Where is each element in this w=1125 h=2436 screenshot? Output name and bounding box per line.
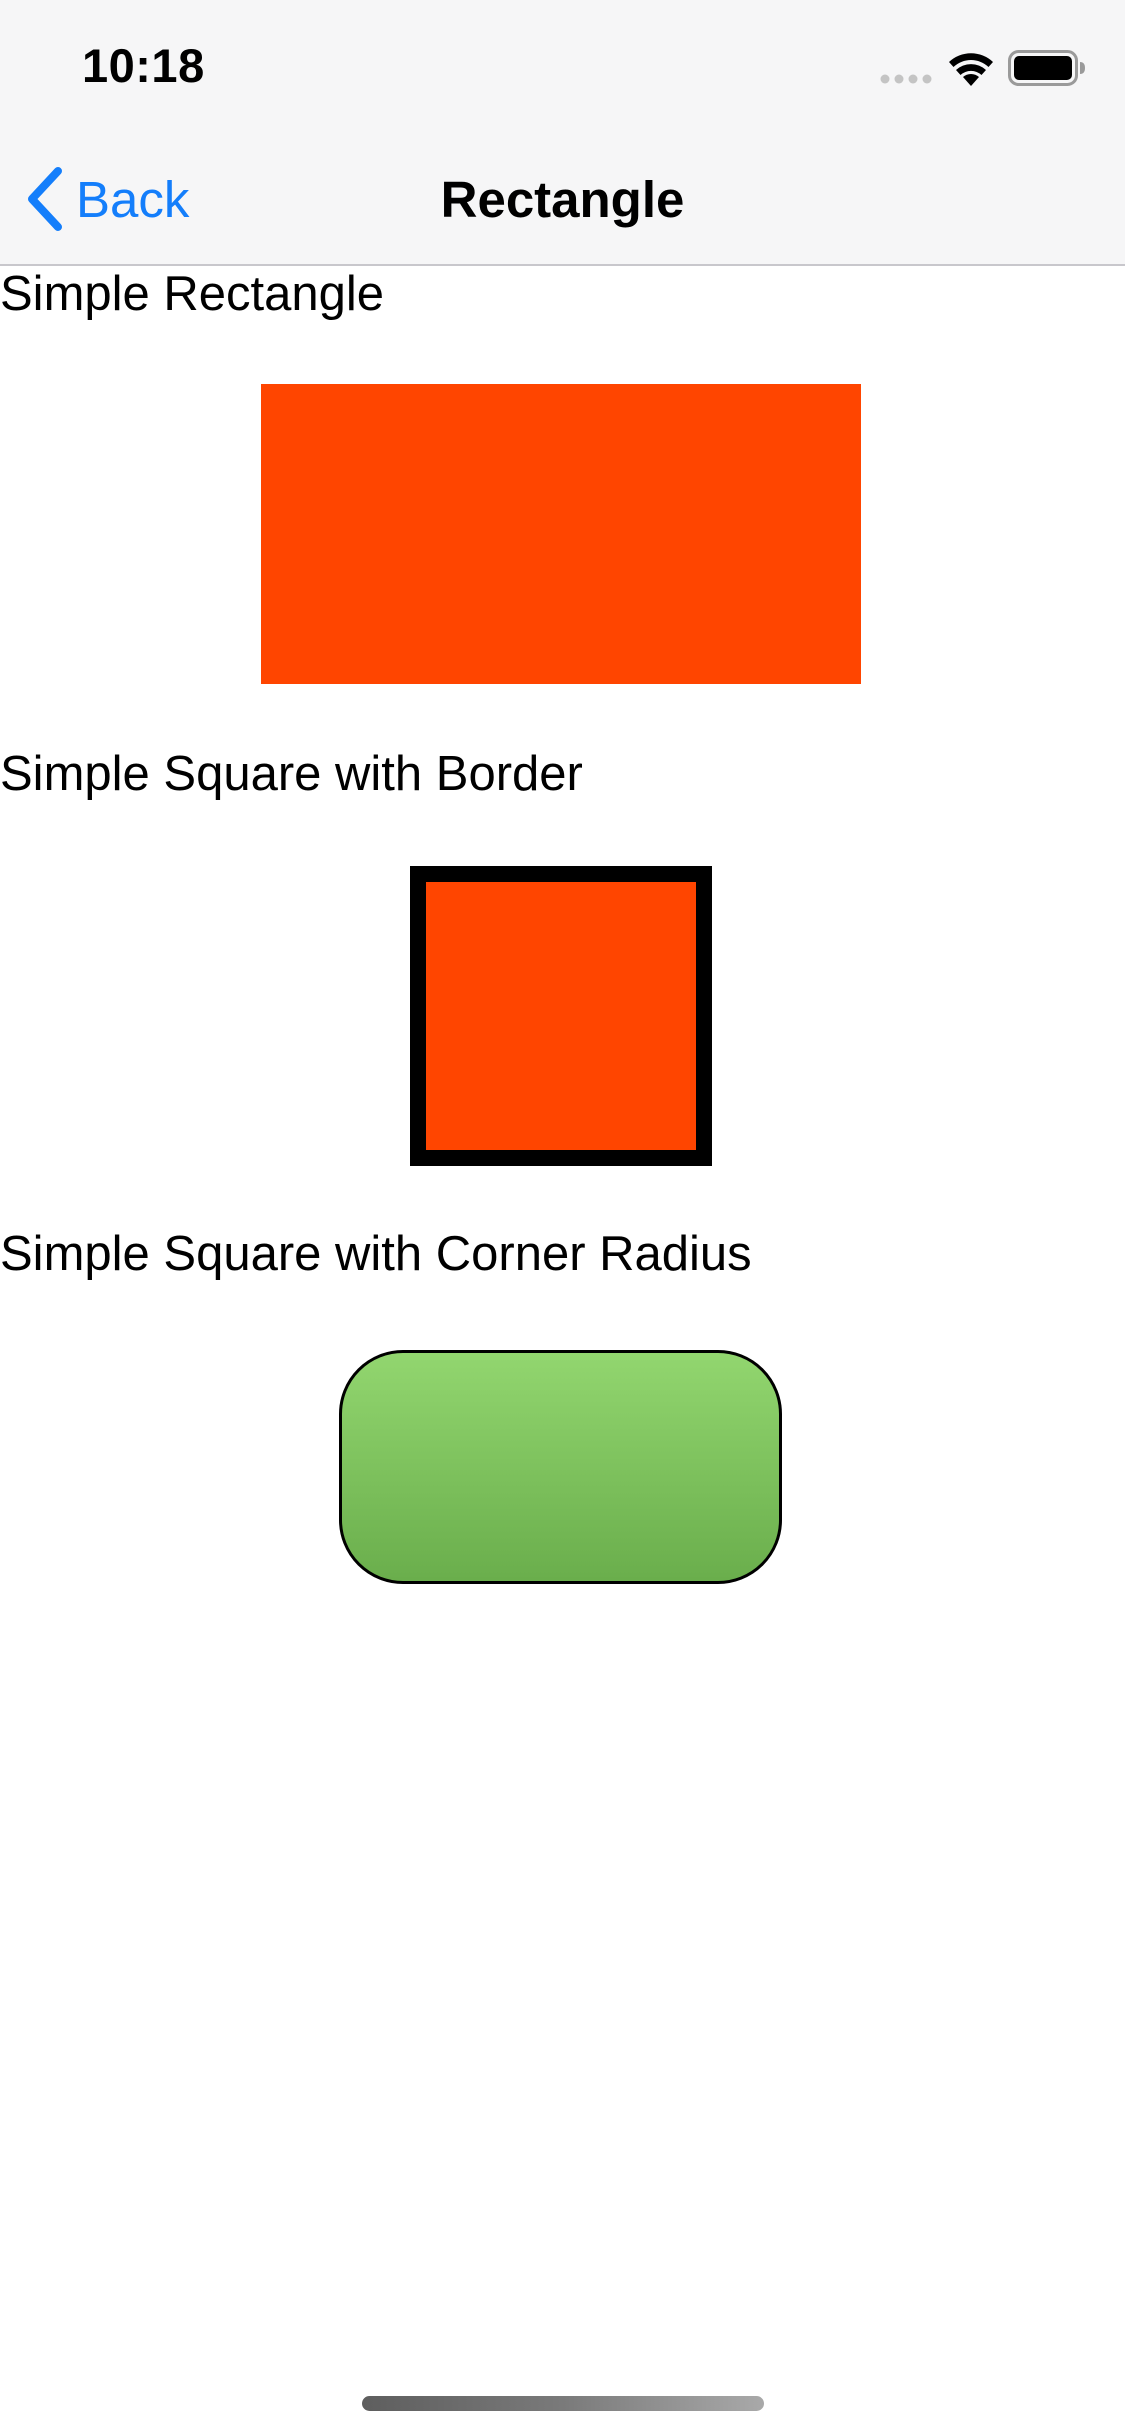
section-label-simple-rectangle: Simple Rectangle — [0, 267, 385, 321]
square-with-border-shape — [410, 866, 712, 1166]
status-time: 10:18 — [82, 39, 205, 92]
screen: 10:18 Back Rectangle Simple Rectangle Si… — [0, 0, 1125, 2436]
rounded-rectangle-shape — [339, 1350, 782, 1584]
wifi-icon — [949, 53, 993, 86]
home-indicator[interactable] — [362, 2396, 764, 2411]
battery-icon — [1008, 50, 1085, 86]
section-label-square-border: Simple Square with Border — [0, 747, 583, 801]
section-label-corner-radius: Simple Square with Corner Radius — [0, 1227, 752, 1281]
signal-dots-icon — [880, 74, 932, 84]
page-title: Rectangle — [440, 171, 685, 228]
status-bar: 10:18 — [0, 0, 1125, 132]
simple-rectangle-shape — [261, 384, 861, 684]
navigation-bar: Back Rectangle — [0, 132, 1125, 266]
